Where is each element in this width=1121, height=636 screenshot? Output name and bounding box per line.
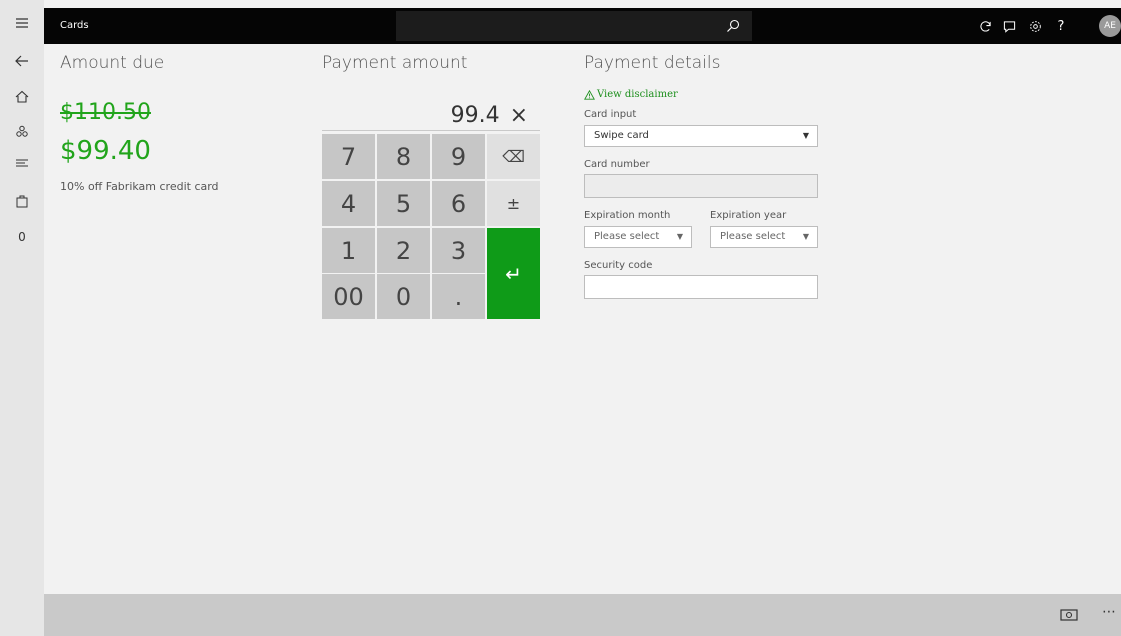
cart-icon[interactable]	[0, 186, 44, 216]
key-decimal[interactable]: .	[432, 274, 485, 319]
key-9[interactable]: 9	[432, 134, 485, 179]
key-0[interactable]: 0	[377, 274, 430, 319]
expiration-year-value: Please select	[720, 231, 786, 242]
key-7[interactable]: 7	[322, 134, 375, 179]
chevron-down-icon: ▼	[676, 232, 683, 241]
refresh-icon[interactable]	[977, 18, 993, 34]
enter-button[interactable]: ↵	[487, 228, 540, 319]
warning-icon	[584, 89, 595, 100]
discount-note: 10% off Fabrikam credit card	[60, 180, 219, 193]
chevron-down-icon: ▼	[802, 232, 809, 241]
clear-amount-button[interactable]: ×	[510, 103, 528, 128]
card-input-label: Card input	[584, 109, 637, 120]
card-number-field[interactable]	[584, 174, 818, 198]
view-disclaimer-link[interactable]: View disclaimer	[584, 89, 678, 100]
top-bar: Cards ? AE	[44, 8, 1121, 44]
avatar[interactable]: AE	[1099, 15, 1121, 37]
settings-icon[interactable]	[1027, 18, 1043, 34]
chevron-down-icon: ▼	[802, 131, 809, 140]
payment-amount-title: Payment amount	[322, 53, 468, 73]
expiration-year-label: Expiration year	[710, 210, 787, 221]
cash-icon[interactable]	[1060, 608, 1078, 622]
products-icon[interactable]	[0, 116, 44, 146]
key-8[interactable]: 8	[377, 134, 430, 179]
key-5[interactable]: 5	[377, 181, 430, 226]
key-00[interactable]: 00	[322, 274, 375, 319]
key-1[interactable]: 1	[322, 228, 375, 273]
amount-due-title: Amount due	[60, 53, 165, 73]
discounted-amount: $99.40	[60, 136, 151, 166]
expiration-month-value: Please select	[594, 231, 660, 242]
security-code-label: Security code	[584, 260, 653, 271]
help-icon[interactable]: ?	[1053, 18, 1069, 34]
key-3[interactable]: 3	[432, 228, 485, 273]
transactions-icon[interactable]	[0, 148, 44, 178]
key-2[interactable]: 2	[377, 228, 430, 273]
plus-minus-button[interactable]: ±	[487, 181, 540, 226]
payment-details-title: Payment details	[584, 53, 721, 73]
search-input[interactable]	[396, 11, 752, 41]
card-input-select[interactable]: Swipe card ▼	[584, 125, 818, 147]
expiration-month-select[interactable]: Please select ▼	[584, 226, 692, 248]
key-4[interactable]: 4	[322, 181, 375, 226]
left-rail: 0	[0, 0, 44, 636]
expiration-month-label: Expiration month	[584, 210, 671, 221]
menu-icon[interactable]	[0, 8, 44, 38]
bottom-app-bar: ⋯	[44, 594, 1121, 636]
backspace-button[interactable]: ⌫	[487, 134, 540, 179]
home-icon[interactable]	[0, 82, 44, 112]
expiration-year-select[interactable]: Please select ▼	[710, 226, 818, 248]
card-input-value: Swipe card	[594, 130, 649, 141]
search-icon[interactable]	[726, 19, 740, 33]
view-disclaimer-label: View disclaimer	[597, 89, 678, 100]
cart-count: 0	[18, 230, 26, 244]
card-number-label: Card number	[584, 159, 650, 170]
key-6[interactable]: 6	[432, 181, 485, 226]
chat-icon[interactable]	[1001, 18, 1017, 34]
payment-amount-value: 99.4	[450, 102, 500, 128]
original-amount: $110.50	[60, 100, 151, 125]
more-icon[interactable]: ⋯	[1102, 604, 1116, 620]
payment-amount-display: 99.4 ×	[322, 100, 540, 131]
page-title: Cards	[60, 20, 89, 31]
back-icon[interactable]	[0, 46, 44, 76]
security-code-field[interactable]	[584, 275, 818, 299]
